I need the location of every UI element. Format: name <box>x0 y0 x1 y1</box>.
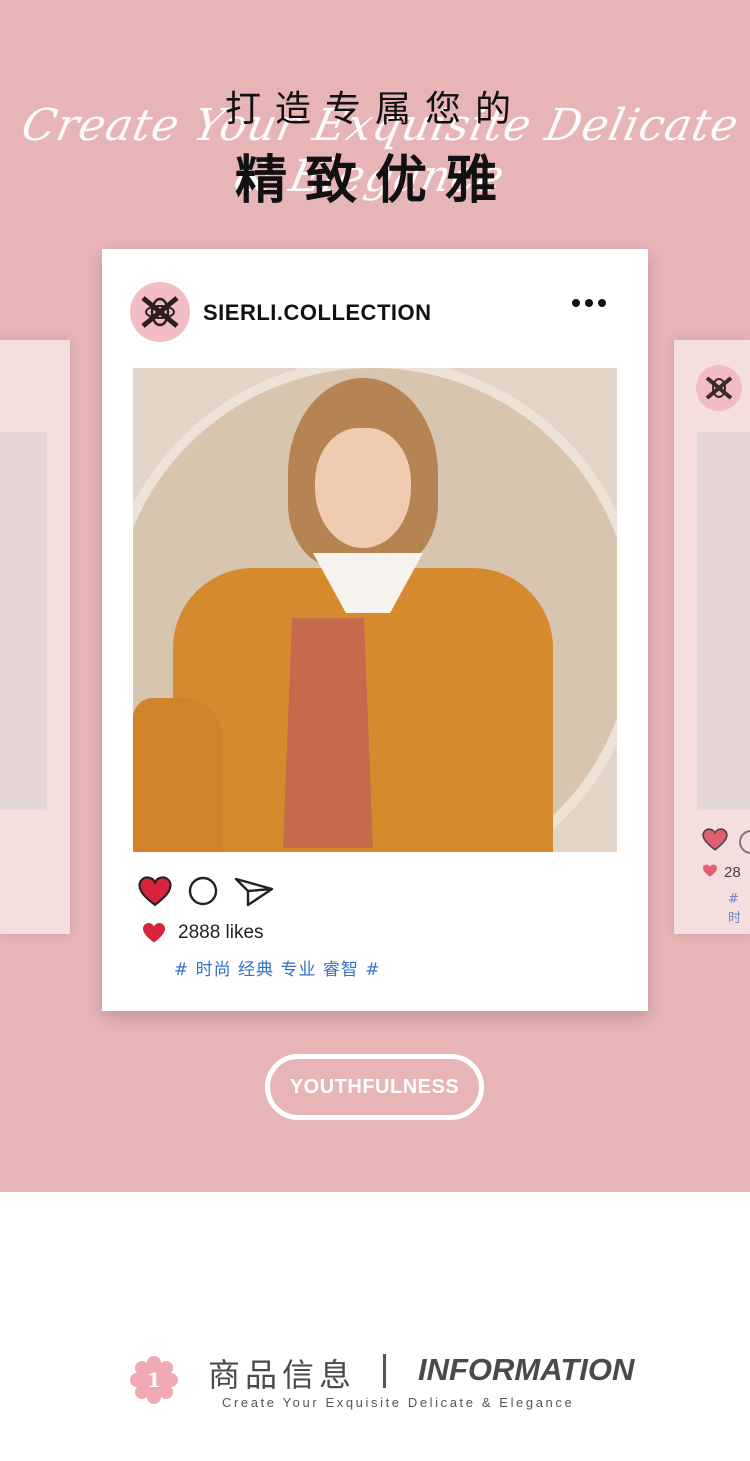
profile-avatar[interactable] <box>130 282 190 342</box>
side-post-likes: 28 <box>702 864 741 881</box>
post-photo[interactable] <box>133 368 617 852</box>
headline-line2: 精致优雅 <box>234 151 515 211</box>
heart-icon <box>703 864 717 877</box>
heart-icon <box>143 923 165 943</box>
photo-coat-sleeve <box>133 698 223 852</box>
heart-icon[interactable] <box>702 828 728 852</box>
youthfulness-label: YOUTHFULNESS <box>289 1075 460 1098</box>
more-dot <box>572 299 580 307</box>
side-post-likes-count: 28 <box>724 864 741 881</box>
heart-icon[interactable] <box>138 875 172 907</box>
info-divider <box>383 1354 386 1388</box>
side-post-image-right <box>697 432 750 810</box>
send-icon[interactable] <box>234 875 274 907</box>
likes-row: 2888 likes <box>142 922 264 944</box>
headline-line1: 打造专属您的 <box>224 89 525 130</box>
more-icon[interactable] <box>572 299 606 307</box>
likes-count[interactable]: 2888 likes <box>178 922 264 944</box>
photo-knit-vest <box>283 618 373 848</box>
post-actions <box>138 875 274 907</box>
profile-username[interactable]: SIERLI.COLLECTION <box>203 300 432 326</box>
flower-badge-number: 1 <box>147 1368 161 1392</box>
more-dot <box>598 299 606 307</box>
info-subtitle: Create Your Exquisite Delicate & Eleganc… <box>222 1395 575 1410</box>
info-title-cn: 商品信息 <box>208 1356 357 1394</box>
side-post-avatar <box>696 365 742 411</box>
photo-model-face <box>315 428 411 548</box>
comment-icon[interactable] <box>187 875 219 907</box>
side-post-card-right[interactable]: 28 # 时 <box>674 340 750 934</box>
post-card: SIERLI.COLLECTION 2888 likes # 时尚 经典 专业 … <box>102 249 648 1011</box>
side-post-tags[interactable]: # 时 <box>728 892 750 926</box>
youthfulness-badge[interactable]: YOUTHFULNESS <box>265 1054 484 1120</box>
flower-badge-icon: 1 <box>130 1356 178 1404</box>
brand-logo-icon <box>141 296 179 328</box>
side-post-image-left <box>0 432 47 810</box>
info-title-en: INFORMATION <box>418 1352 635 1387</box>
comment-icon[interactable] <box>739 830 750 854</box>
post-hashtags[interactable]: # 时尚 经典 专业 睿智 # <box>174 955 381 980</box>
side-post-card-left[interactable] <box>0 340 70 934</box>
product-info-header: 1 商品信息 INFORMATION Create Your Exquisite… <box>0 1340 750 1420</box>
brand-logo-icon <box>705 376 733 400</box>
more-dot <box>585 299 593 307</box>
